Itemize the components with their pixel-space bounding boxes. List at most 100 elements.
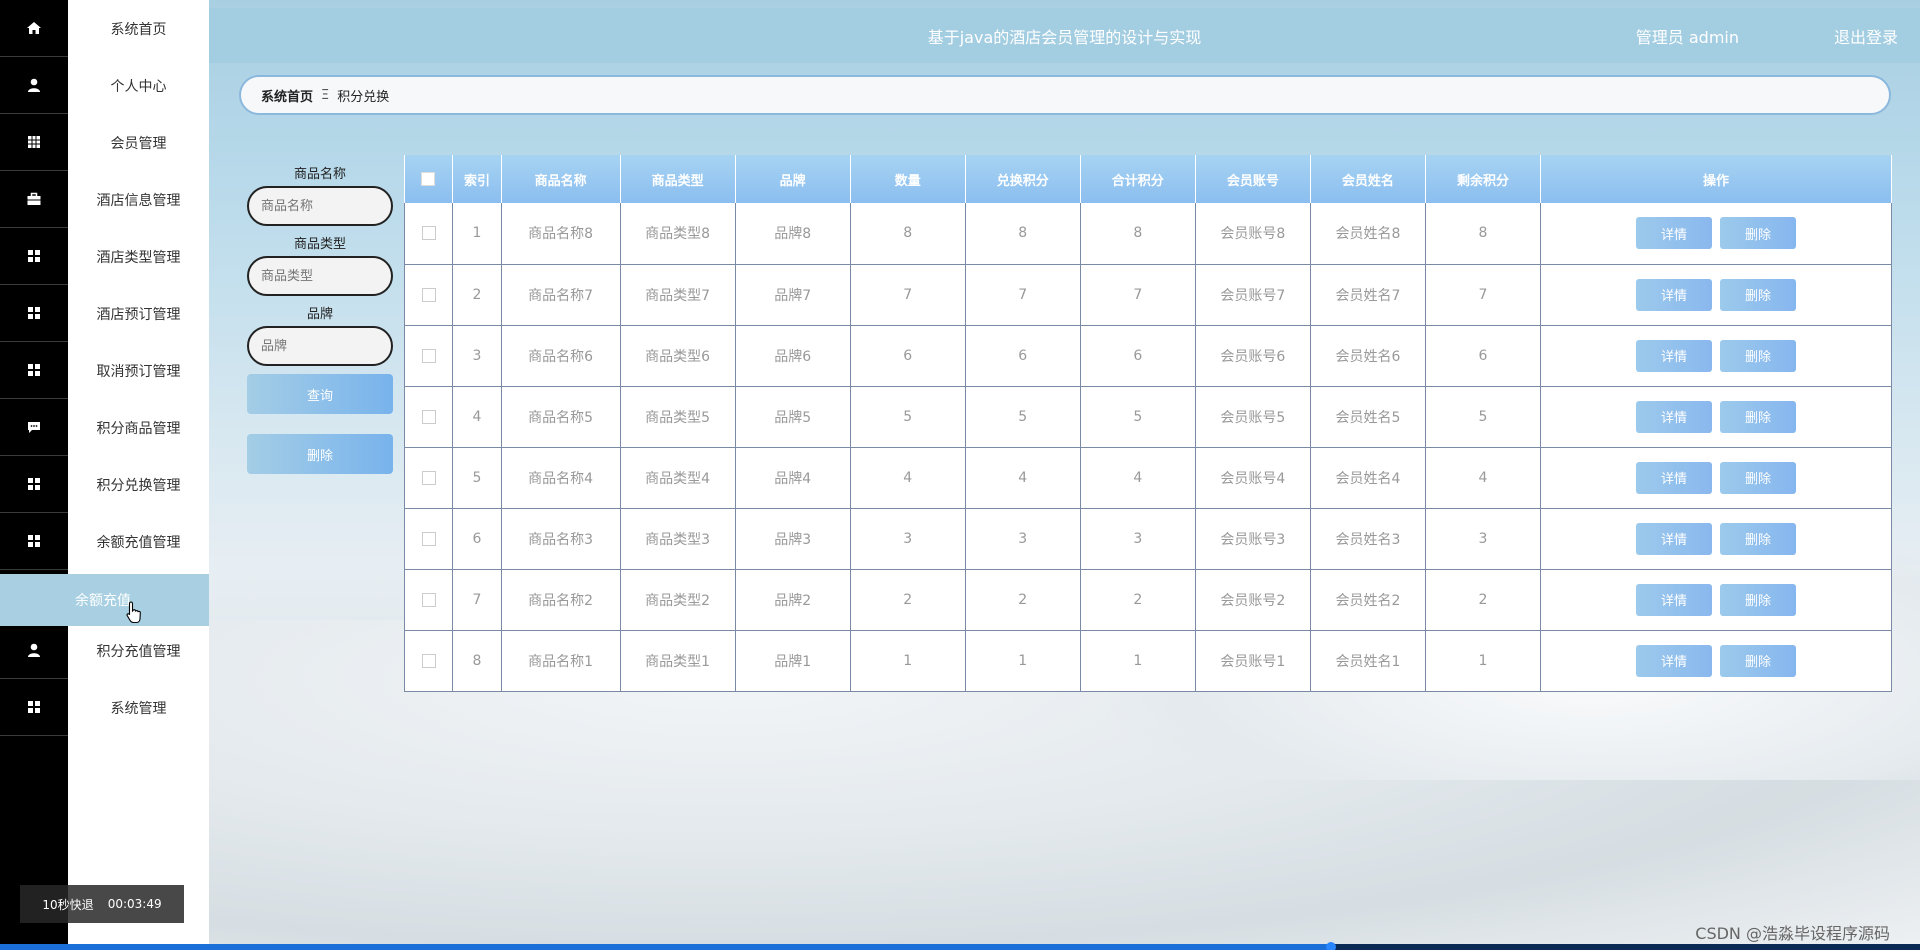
- row-actions-cell: 详情 删除: [1540, 386, 1892, 448]
- delete-button[interactable]: 删除: [1720, 400, 1796, 433]
- table-row: 5 商品名称4 商品类型4 品牌4 4 4 4 会员账号4 会员姓名4 4 详情 删除: [403, 447, 1892, 509]
- icon-rail: [0, 0, 68, 950]
- apps-icon[interactable]: [0, 228, 68, 285]
- sidebar-item-members[interactable]: 会员管理: [68, 114, 209, 171]
- sidebar-item-profile[interactable]: 个人中心: [68, 57, 209, 114]
- cell-index: 8: [452, 630, 502, 692]
- delete-button[interactable]: 删除: [1720, 583, 1796, 616]
- row-select-cell: [403, 203, 454, 265]
- cell-exchange-points: 8: [965, 203, 1081, 265]
- brand-label: 品牌: [306, 307, 333, 322]
- rewind-label[interactable]: 10秒快退: [42, 896, 93, 913]
- apps-icon[interactable]: [0, 513, 68, 570]
- briefcase-icon[interactable]: [0, 171, 68, 228]
- video-progress-bar[interactable]: [0, 942, 1920, 950]
- cell-member-account: 会员账号8: [1195, 203, 1311, 265]
- row-select-cell: [403, 386, 454, 448]
- cell-member-name: 会员姓名5: [1310, 386, 1426, 448]
- grid-icon[interactable]: [0, 114, 68, 171]
- row-checkbox[interactable]: [421, 348, 436, 363]
- row-actions-cell: 详情 删除: [1540, 264, 1892, 326]
- cell-index: 2: [452, 264, 502, 326]
- delete-button[interactable]: 删除: [1720, 461, 1796, 494]
- row-actions-cell: 详情 删除: [1540, 508, 1892, 570]
- sidebar-item-hotel-type[interactable]: 酒店类型管理: [68, 228, 209, 285]
- row-select-cell: [403, 325, 454, 387]
- cell-exchange-points: 4: [965, 447, 1081, 509]
- cell-goods-type: 商品类型7: [620, 264, 736, 326]
- delete-button[interactable]: 删除: [1720, 644, 1796, 677]
- brand-input[interactable]: [247, 326, 393, 366]
- sidebar-item-cancel-booking[interactable]: 取消预订管理: [68, 342, 209, 399]
- sidebar-item-points-recharge[interactable]: 积分充值管理: [68, 622, 209, 679]
- logout-link[interactable]: 退出登录: [1834, 24, 1898, 48]
- apps-icon[interactable]: [0, 342, 68, 399]
- cell-index: 7: [452, 569, 502, 631]
- cell-index: 5: [452, 447, 502, 509]
- row-checkbox[interactable]: [421, 226, 436, 241]
- cell-remaining-points: 6: [1425, 325, 1542, 387]
- row-actions-cell: 详情 删除: [1540, 203, 1892, 265]
- row-checkbox[interactable]: [421, 531, 436, 546]
- detail-button[interactable]: 详情: [1636, 217, 1712, 250]
- row-checkbox[interactable]: [421, 409, 436, 424]
- person-icon[interactable]: [0, 622, 68, 679]
- sidebar-item-system[interactable]: 系统管理: [68, 679, 209, 736]
- sidebar-item-hotel-info[interactable]: 酒店信息管理: [68, 171, 209, 228]
- cell-goods-type: 商品类型6: [620, 325, 736, 387]
- sidebar-item-points-goods[interactable]: 积分商品管理: [68, 399, 209, 456]
- video-progress-handle[interactable]: [1326, 942, 1336, 950]
- col-goods-name: 商品名称: [501, 155, 621, 203]
- batch-delete-button[interactable]: 删除: [247, 434, 393, 474]
- row-checkbox[interactable]: [421, 287, 436, 302]
- cell-index: 3: [452, 325, 502, 387]
- col-index: 索引: [452, 155, 502, 203]
- sidebar-item-points-exchange[interactable]: 积分兑换管理: [68, 456, 209, 513]
- detail-button[interactable]: 详情: [1636, 339, 1712, 372]
- detail-button[interactable]: 详情: [1636, 461, 1712, 494]
- col-actions: 操作: [1540, 155, 1892, 203]
- cell-total-points: 3: [1080, 508, 1196, 570]
- row-actions-cell: 详情 删除: [1540, 630, 1892, 692]
- delete-button[interactable]: 删除: [1720, 278, 1796, 311]
- breadcrumb-current: 积分兑换: [337, 89, 390, 105]
- cell-brand: 品牌7: [735, 264, 851, 326]
- person-icon[interactable]: [0, 57, 68, 114]
- row-checkbox[interactable]: [421, 470, 436, 485]
- table-row: 7 商品名称2 商品类型2 品牌2 2 2 2 会员账号2 会员姓名2 2 详情 删除: [403, 569, 1892, 631]
- cell-goods-name: 商品名称1: [501, 630, 621, 692]
- detail-button[interactable]: 详情: [1636, 583, 1712, 616]
- cell-member-account: 会员账号5: [1195, 386, 1311, 448]
- home-icon[interactable]: [0, 0, 68, 57]
- detail-button[interactable]: 详情: [1636, 644, 1712, 677]
- query-button[interactable]: 查询: [247, 374, 393, 414]
- sidebar-item-balance-recharge[interactable]: 余额充值管理: [68, 513, 209, 570]
- cell-exchange-points: 5: [965, 386, 1081, 448]
- apps-icon[interactable]: [0, 456, 68, 513]
- goods-type-input[interactable]: [247, 256, 393, 296]
- apps-icon[interactable]: [0, 679, 68, 736]
- sidebar-subitem-balance-recharge[interactable]: 余额充值: [0, 574, 209, 626]
- apps-icon[interactable]: [0, 285, 68, 342]
- detail-button[interactable]: 详情: [1636, 278, 1712, 311]
- sidebar-item-booking[interactable]: 酒店预订管理: [68, 285, 209, 342]
- row-actions-cell: 详情 删除: [1540, 569, 1892, 631]
- cell-goods-type: 商品类型1: [620, 630, 736, 692]
- breadcrumb-home[interactable]: 系统首页: [261, 86, 313, 105]
- delete-button[interactable]: 删除: [1720, 339, 1796, 372]
- sidebar-item-home[interactable]: 系统首页: [68, 0, 209, 57]
- row-checkbox[interactable]: [421, 653, 436, 668]
- delete-button[interactable]: 删除: [1720, 522, 1796, 555]
- cell-goods-type: 商品类型8: [620, 203, 736, 265]
- goods-name-input[interactable]: [247, 186, 393, 226]
- chat-icon[interactable]: [0, 399, 68, 456]
- cell-goods-type: 商品类型2: [620, 569, 736, 631]
- cell-total-points: 8: [1080, 203, 1196, 265]
- cell-brand: 品牌3: [735, 508, 851, 570]
- select-all-checkbox[interactable]: [421, 172, 436, 186]
- delete-button[interactable]: 删除: [1720, 217, 1796, 250]
- detail-button[interactable]: 详情: [1636, 522, 1712, 555]
- detail-button[interactable]: 详情: [1636, 400, 1712, 433]
- row-checkbox[interactable]: [421, 592, 436, 607]
- col-total-points: 合计积分: [1080, 155, 1196, 203]
